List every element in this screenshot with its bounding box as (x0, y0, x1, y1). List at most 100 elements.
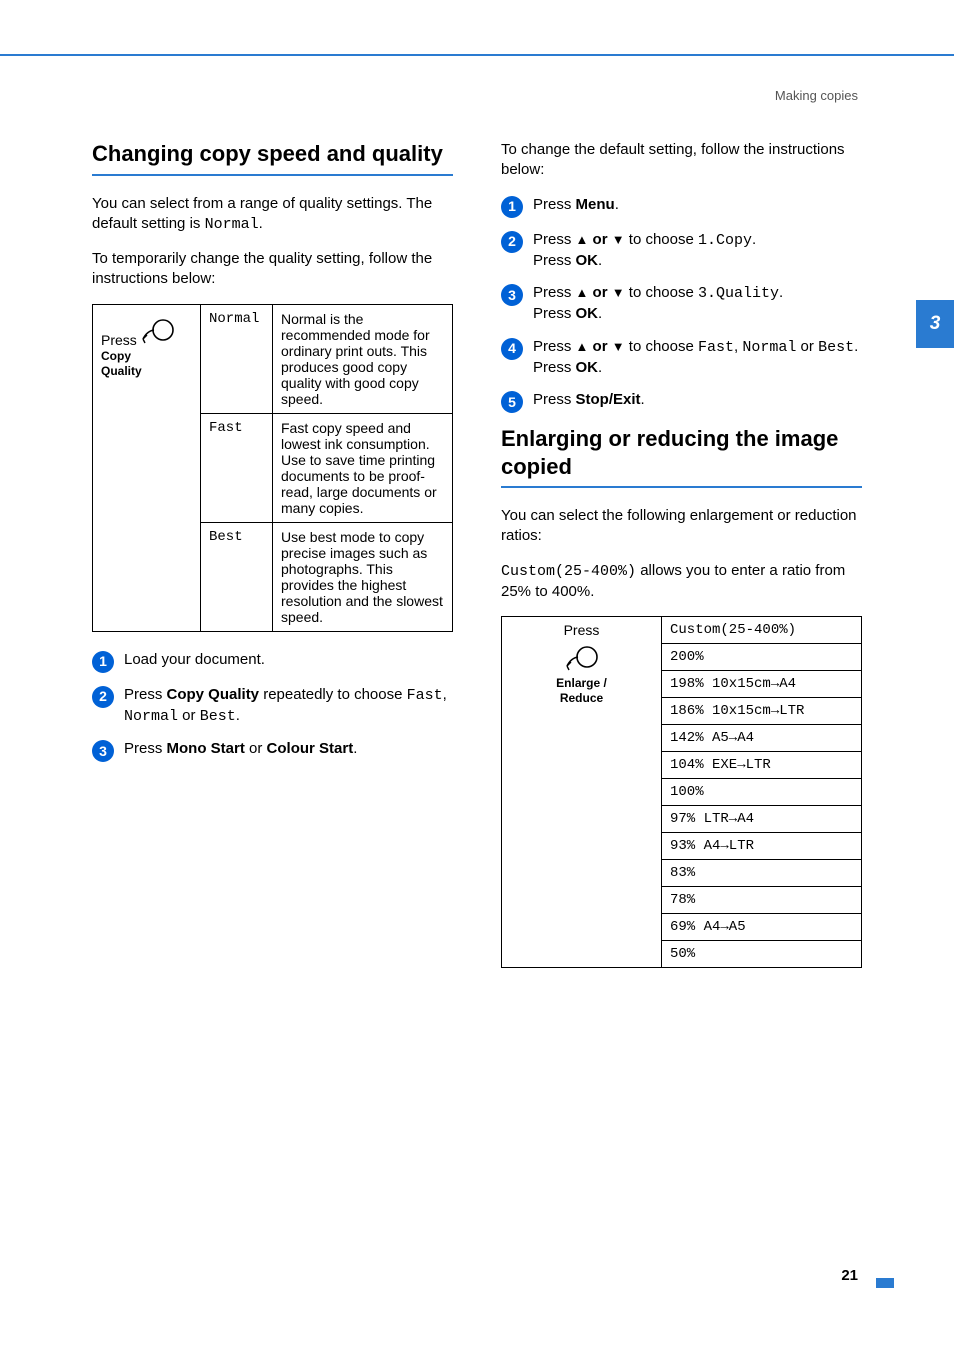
text: . (854, 338, 858, 355)
heading-rule (92, 174, 453, 176)
intro-paragraph: You can select the following enlargement… (501, 506, 862, 547)
quality-table: Press Copy Quality Normal Normal is the … (92, 304, 453, 632)
step-number-icon: 3 (92, 740, 114, 762)
ratio-cell: 83% (662, 860, 862, 887)
ratio-cell: 104% EXE→LTR (662, 752, 862, 779)
arrow-keys: ▲ or ▼ (576, 284, 625, 301)
text: Press (533, 359, 576, 376)
step-number-icon: 1 (92, 651, 114, 673)
copy-quality-button-icon (141, 317, 175, 348)
ratio-cell: 100% (662, 779, 862, 806)
text: Press (533, 284, 576, 301)
text: , (443, 686, 447, 703)
intro-paragraph: Custom(25-400%) allows you to enter a ra… (501, 561, 862, 603)
step-number-icon: 2 (92, 686, 114, 708)
text: . (598, 252, 602, 269)
text: or (245, 740, 267, 757)
ratios-table: Press Enlarge / Reduce Custom(25-400%) 2… (501, 616, 862, 968)
press-label: Press (564, 622, 600, 638)
arrow-keys: ▲ or ▼ (576, 231, 625, 248)
chapter-tab: 3 (916, 300, 954, 348)
step-text: Press Stop/Exit. (533, 390, 862, 410)
page-content: Changing copy speed and quality You can … (92, 140, 862, 968)
button-label-line1: Copy (101, 350, 192, 363)
text: or (796, 338, 818, 355)
text: . (236, 707, 240, 724)
press-cell: Press Copy Quality (93, 304, 201, 631)
enlarge-reduce-button-icon (510, 644, 653, 675)
button-label-line1: Enlarge / (510, 677, 653, 690)
right-column: To change the default setting, follow th… (501, 140, 862, 968)
breadcrumb: Making copies (775, 88, 858, 103)
text: . (779, 284, 783, 301)
mode-cell: Normal (201, 304, 273, 413)
ratio-cell: 50% (662, 941, 862, 968)
step-3: 3 Press Mono Start or Colour Start. (92, 739, 453, 762)
ratio-cell: 142% A5→A4 (662, 725, 862, 752)
text: Press (533, 391, 576, 408)
default-value: Normal (205, 216, 259, 233)
ratio-cell: 93% A4→LTR (662, 833, 862, 860)
text: Press (124, 740, 167, 757)
text: . (259, 215, 263, 232)
step-text: Press ▲ or ▼ to choose 1.Copy. Press OK. (533, 230, 862, 272)
desc-cell: Use best mode to copy precise images suc… (273, 522, 453, 631)
option: Normal (124, 708, 178, 725)
top-rule (0, 54, 954, 56)
text: . (598, 359, 602, 376)
text: Press (533, 252, 576, 269)
press-label: Press (101, 332, 137, 348)
text: to choose (625, 284, 698, 301)
page-marker (876, 1278, 894, 1288)
text: to choose (625, 338, 698, 355)
heading-copy-quality: Changing copy speed and quality (92, 140, 453, 168)
left-column: Changing copy speed and quality You can … (92, 140, 453, 968)
ratio-cell: 69% A4→A5 (662, 914, 862, 941)
intro-paragraph: To change the default setting, follow th… (501, 140, 862, 181)
button-name: OK (576, 359, 599, 376)
step-number-icon: 1 (501, 196, 523, 218)
text: . (641, 391, 645, 408)
option: Best (818, 339, 854, 356)
button-label-line2: Quality (101, 365, 192, 378)
option: Fast (698, 339, 734, 356)
ratio-cell: 97% LTR→A4 (662, 806, 862, 833)
arrow-keys: ▲ or ▼ (576, 338, 625, 355)
desc-cell: Normal is the recommended mode for ordin… (273, 304, 453, 413)
step-text: Press Menu. (533, 195, 862, 215)
mode-cell: Best (201, 522, 273, 631)
button-name: Stop/Exit (576, 391, 641, 408)
step-text: Press Mono Start or Colour Start. (124, 739, 453, 759)
text: or (178, 707, 200, 724)
mode-cell: Fast (201, 413, 273, 522)
text: Press (533, 305, 576, 322)
step-number-icon: 4 (501, 338, 523, 360)
step-text: Press ▲ or ▼ to choose Fast, Normal or B… (533, 337, 862, 379)
ratio-cell: 186% 10x15cm→LTR (662, 698, 862, 725)
text: Press (533, 231, 576, 248)
option: Best (200, 708, 236, 725)
step-2: 2 Press Copy Quality repeatedly to choos… (92, 685, 453, 728)
button-name: Colour Start (267, 740, 354, 757)
step-text: Press ▲ or ▼ to choose 3.Quality. Press … (533, 283, 862, 325)
step-3: 3 Press ▲ or ▼ to choose 3.Quality. Pres… (501, 283, 862, 325)
step-number-icon: 5 (501, 391, 523, 413)
step-text: Load your document. (124, 650, 453, 670)
heading-rule (501, 486, 862, 488)
menu-option: 3.Quality (698, 285, 779, 302)
page-number: 21 (841, 1267, 858, 1284)
button-name: Copy Quality (167, 686, 260, 703)
button-name: OK (576, 252, 599, 269)
heading-enlarge-reduce: Enlarging or reducing the image copied (501, 425, 862, 480)
intro-paragraph-1: You can select from a range of quality s… (92, 194, 453, 236)
ratio-cell: Custom(25-400%) (662, 617, 862, 644)
custom-range: Custom(25-400%) (501, 563, 636, 580)
step-1: 1 Press Menu. (501, 195, 862, 218)
press-cell: Press Enlarge / Reduce (502, 617, 662, 968)
step-5: 5 Press Stop/Exit. (501, 390, 862, 413)
option: Normal (742, 339, 796, 356)
text: . (615, 196, 619, 213)
ratio-cell: 200% (662, 644, 862, 671)
text: . (598, 305, 602, 322)
ratio-cell: 198% 10x15cm→A4 (662, 671, 862, 698)
